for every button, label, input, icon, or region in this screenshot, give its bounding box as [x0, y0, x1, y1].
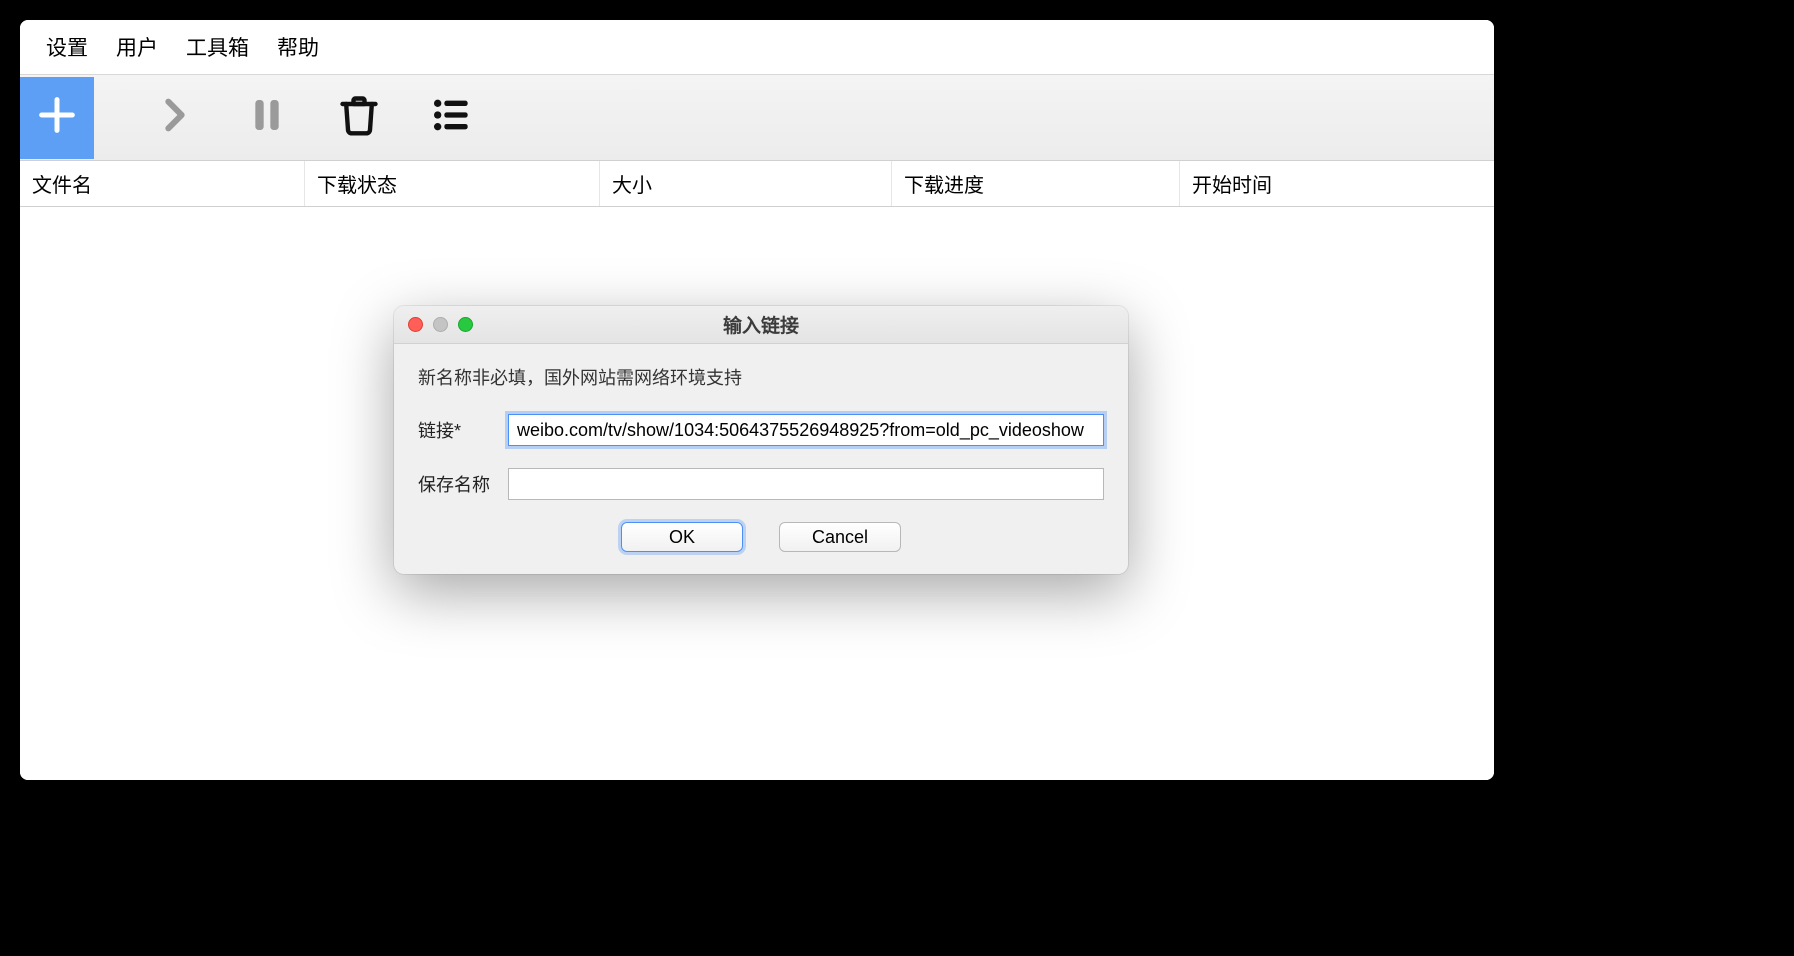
table-header: 文件名 下载状态 大小 下载进度 开始时间: [20, 161, 1494, 207]
close-icon[interactable]: [408, 317, 423, 332]
list-icon: [428, 95, 474, 140]
column-start-time[interactable]: 开始时间: [1180, 161, 1494, 206]
start-button[interactable]: [138, 79, 212, 157]
pause-icon: [247, 93, 287, 142]
save-name-input[interactable]: [508, 468, 1104, 500]
chevron-right-icon: [155, 95, 195, 140]
link-row: 链接*: [418, 414, 1104, 446]
add-button[interactable]: [20, 77, 94, 159]
plus-icon: [34, 92, 80, 143]
cancel-button[interactable]: Cancel: [779, 522, 901, 552]
list-button[interactable]: [414, 79, 488, 157]
input-link-dialog: 输入链接 新名称非必填，国外网站需网络环境支持 链接* 保存名称 OK Canc…: [394, 306, 1128, 574]
save-name-label: 保存名称: [418, 471, 508, 497]
menu-user[interactable]: 用户: [102, 26, 172, 68]
minimize-icon: [433, 317, 448, 332]
link-label: 链接*: [418, 417, 508, 443]
traffic-lights: [408, 317, 473, 332]
link-input[interactable]: [508, 414, 1104, 446]
column-size[interactable]: 大小: [600, 161, 892, 206]
pause-button[interactable]: [230, 79, 304, 157]
trash-icon: [337, 93, 381, 142]
ok-button[interactable]: OK: [621, 522, 743, 552]
maximize-icon[interactable]: [458, 317, 473, 332]
menu-settings[interactable]: 设置: [32, 26, 102, 68]
dialog-title: 输入链接: [394, 311, 1128, 338]
save-name-row: 保存名称: [418, 468, 1104, 500]
dialog-buttons: OK Cancel: [418, 522, 1104, 552]
column-status[interactable]: 下载状态: [305, 161, 600, 206]
menubar: 设置 用户 工具箱 帮助: [20, 20, 1494, 75]
delete-button[interactable]: [322, 79, 396, 157]
dialog-body: 新名称非必填，国外网站需网络环境支持 链接* 保存名称 OK Cancel: [394, 344, 1128, 574]
menu-help[interactable]: 帮助: [263, 26, 333, 68]
dialog-hint: 新名称非必填，国外网站需网络环境支持: [418, 364, 1104, 390]
toolbar: [20, 75, 1494, 161]
dialog-titlebar[interactable]: 输入链接: [394, 306, 1128, 344]
menu-toolbox[interactable]: 工具箱: [172, 26, 263, 68]
column-progress[interactable]: 下载进度: [892, 161, 1180, 206]
column-filename[interactable]: 文件名: [20, 161, 305, 206]
